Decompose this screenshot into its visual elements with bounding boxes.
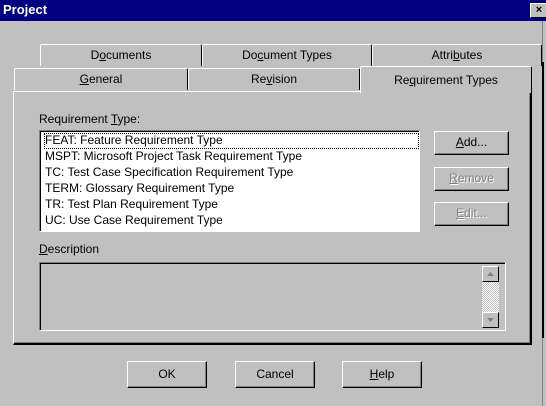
tab-revision[interactable]: Revision [188,68,360,90]
requirement-type-label: Requirement Type: [39,112,141,126]
help-button[interactable]: Help [342,361,422,388]
list-item[interactable]: TERM: Glossary Requirement Type [44,181,419,197]
list-item[interactable]: TC: Test Case Specification Requirement … [44,165,419,181]
description-scrollbar[interactable] [482,266,499,328]
tab-label: Documents [90,48,152,62]
tab-attributes[interactable]: Attributes [372,44,542,66]
description-label: Description [39,242,100,256]
list-item[interactable]: MSPT: Microsoft Project Task Requirement… [44,149,419,165]
list-item[interactable]: UC: Use Case Requirement Type [44,213,419,229]
arrow-up-icon [487,272,494,276]
tab-document-types[interactable]: Document Types [202,44,372,66]
list-item[interactable]: FEAT: Feature Requirement Type [44,133,419,149]
ok-button[interactable]: OK [127,361,207,388]
tab-label: Revision [250,72,298,86]
list-item[interactable]: TR: Test Plan Requirement Type [44,197,419,213]
scroll-up-button[interactable] [482,266,499,282]
requirement-type-list[interactable]: FEAT: Feature Requirement Type MSPT: Mic… [39,130,420,232]
close-button[interactable]: × [530,3,546,18]
cancel-button[interactable]: Cancel [235,361,315,388]
close-icon: × [535,4,543,16]
tab-requirement-types[interactable]: Requirement Types [360,66,532,93]
tab-label: Document Types [242,48,332,62]
scroll-down-button[interactable] [482,312,499,328]
title-bar: Project [0,0,546,21]
edit-button[interactable]: Edit... [434,202,509,226]
back-panel-edge [542,62,544,338]
tab-label: General [79,72,123,86]
tab-general[interactable]: General [14,68,188,90]
tab-label: Requirement Types [394,73,498,87]
tab-label: Attributes [431,48,483,62]
remove-button[interactable]: Remove [434,167,509,191]
description-field[interactable] [39,262,506,331]
add-button[interactable]: Add... [434,131,509,155]
arrow-down-icon [487,318,494,322]
tab-documents[interactable]: Documents [40,44,202,66]
window-title: Project [3,2,48,17]
